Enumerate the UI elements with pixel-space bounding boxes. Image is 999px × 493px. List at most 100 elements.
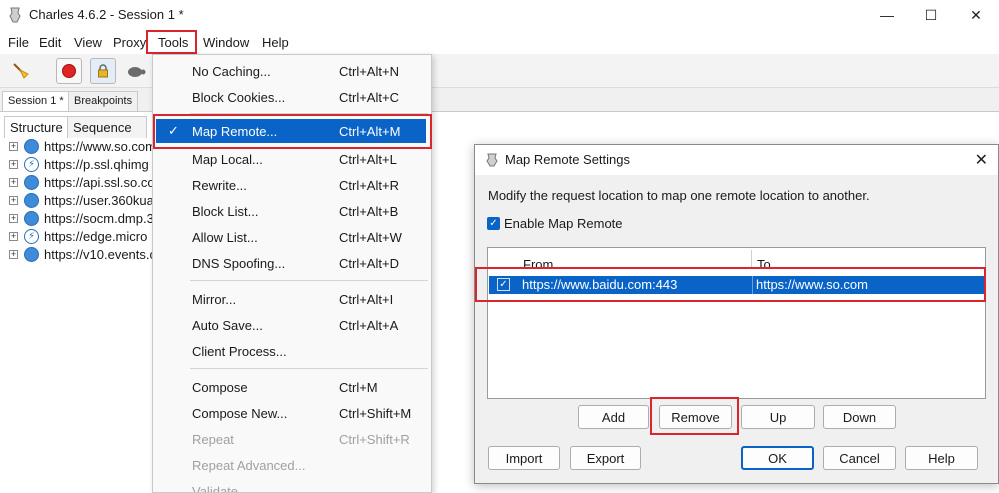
menu-item-allow-list[interactable]: Allow List... Ctrl+Alt+W <box>153 224 431 250</box>
dialog-close-icon[interactable]: ✕ <box>975 150 988 170</box>
menu-item-label: DNS Spoofing... <box>192 256 286 271</box>
tree-row[interactable]: + https://user.360kua <box>0 192 160 210</box>
close-icon: ✕ <box>970 6 982 23</box>
column-divider[interactable] <box>751 250 752 268</box>
menu-item-label: Compose New... <box>192 406 288 421</box>
globe-icon <box>24 193 39 208</box>
tree-row[interactable]: + ⚡ https://edge.micro <box>0 228 160 246</box>
window-title: Charles 4.6.2 - Session 1 * <box>29 7 184 22</box>
toolbar <box>0 54 999 88</box>
throttle-turtle-icon[interactable] <box>123 58 149 84</box>
menu-proxy[interactable]: Proxy <box>113 35 146 50</box>
menu-view[interactable]: View <box>74 35 102 50</box>
tab-sequence[interactable]: Sequence <box>67 116 147 138</box>
expand-icon[interactable]: + <box>9 232 18 241</box>
maximize-button[interactable]: ☐ <box>908 0 954 30</box>
charles-app-icon <box>486 153 498 167</box>
expand-icon[interactable]: + <box>9 178 18 187</box>
enable-map-remote-label[interactable]: Enable Map Remote <box>504 216 623 231</box>
minimize-icon: — <box>880 7 894 23</box>
menu-item-block-cookies[interactable]: Block Cookies... Ctrl+Alt+C <box>153 84 431 110</box>
tree-host: https://user.360kua <box>44 193 154 208</box>
menu-help[interactable]: Help <box>262 35 289 50</box>
menu-item-shortcut: Ctrl+Alt+W <box>339 230 402 245</box>
import-button[interactable]: Import <box>488 446 560 470</box>
menu-item-label: Compose <box>192 380 248 395</box>
menu-item-mirror[interactable]: Mirror... Ctrl+Alt+I <box>153 286 431 312</box>
globe-icon <box>24 139 39 154</box>
menu-item-compose[interactable]: Compose Ctrl+M <box>153 374 431 400</box>
tab-breakpoints[interactable]: Breakpoints <box>68 91 139 111</box>
menu-item-shortcut: Ctrl+Alt+L <box>339 152 397 167</box>
menu-item-rewrite[interactable]: Rewrite... Ctrl+Alt+R <box>153 172 431 198</box>
session-tabs: Session 1 * Breakpoints <box>0 88 999 112</box>
globe-icon <box>24 211 39 226</box>
tree-row[interactable]: + https://api.ssl.so.co <box>0 174 160 192</box>
menu-item-auto-save[interactable]: Auto Save... Ctrl+Alt+A <box>153 312 431 338</box>
menu-item-compose-new[interactable]: Compose New... Ctrl+Shift+M <box>153 400 431 426</box>
menu-item-shortcut: Ctrl+Alt+I <box>339 292 394 307</box>
tree-row[interactable]: + https://v10.events.c <box>0 246 160 264</box>
menu-item-client-process[interactable]: Client Process... <box>153 338 431 364</box>
menu-item-label: Rewrite... <box>192 178 247 193</box>
expand-icon[interactable]: + <box>9 214 18 223</box>
globe-icon <box>24 247 39 262</box>
tree-host: https://www.so.com <box>44 139 156 154</box>
up-button[interactable]: Up <box>741 405 815 429</box>
record-icon[interactable] <box>56 58 82 84</box>
menu-window[interactable]: Window <box>203 35 249 50</box>
tree-row[interactable]: + https://socm.dmp.3 <box>0 210 160 228</box>
menu-item-shortcut: Ctrl+Alt+R <box>339 178 399 193</box>
menu-item-block-list[interactable]: Block List... Ctrl+Alt+B <box>153 198 431 224</box>
remove-highlight-box <box>650 397 739 435</box>
tree-host: https://socm.dmp.3 <box>44 211 154 226</box>
enable-map-remote-checkbox[interactable]: ✓ <box>487 217 500 230</box>
ok-button[interactable]: OK <box>741 446 814 470</box>
menu-item-repeat: Repeat Ctrl+Shift+R <box>153 426 431 452</box>
bolt-icon: ⚡ <box>24 157 39 172</box>
expand-icon[interactable]: + <box>9 160 18 169</box>
expand-icon[interactable]: + <box>9 250 18 259</box>
menu-item-label: Mirror... <box>192 292 237 307</box>
mapping-row-highlight-box <box>475 267 986 302</box>
down-button[interactable]: Down <box>823 405 896 429</box>
menu-item-label: Auto Save... <box>192 318 263 333</box>
menu-item-shortcut: Ctrl+Alt+N <box>339 64 399 79</box>
tab-structure[interactable]: Structure <box>4 116 69 138</box>
close-button[interactable]: ✕ <box>953 0 999 30</box>
menu-file[interactable]: File <box>8 35 29 50</box>
tree-host: https://p.ssl.qhimg <box>44 157 149 172</box>
tree-host: https://edge.micro <box>44 229 148 244</box>
minimize-button[interactable]: — <box>864 0 910 30</box>
menu-item-label: Block Cookies... <box>192 90 286 105</box>
dialog-description: Modify the request location to map one r… <box>488 188 870 203</box>
menu-separator <box>190 280 428 281</box>
menu-edit[interactable]: Edit <box>39 35 61 50</box>
ssl-lock-icon[interactable] <box>90 58 116 84</box>
tree-host: https://v10.events.c <box>44 247 157 262</box>
tree-row[interactable]: + https://www.so.com <box>0 138 160 156</box>
title-bar: Charles 4.6.2 - Session 1 * — ☐ ✕ <box>0 0 999 30</box>
menu-item-dns-spoofing[interactable]: DNS Spoofing... Ctrl+Alt+D <box>153 250 431 276</box>
menu-item-validate: Validate <box>153 478 431 493</box>
menu-item-shortcut: Ctrl+Alt+D <box>339 256 399 271</box>
menu-item-shortcut: Ctrl+Alt+A <box>339 318 399 333</box>
map-remote-highlight-box <box>153 114 432 149</box>
menu-item-shortcut: Ctrl+Alt+B <box>339 204 399 219</box>
broom-icon[interactable] <box>8 58 34 84</box>
menu-item-shortcut: Ctrl+Shift+M <box>339 406 412 421</box>
cancel-button[interactable]: Cancel <box>823 446 896 470</box>
export-button[interactable]: Export <box>570 446 641 470</box>
menu-item-label: Map Local... <box>192 152 263 167</box>
menu-item-label: Repeat <box>192 432 234 447</box>
menu-item-map-local[interactable]: Map Local... Ctrl+Alt+L <box>153 146 431 172</box>
help-button[interactable]: Help <box>905 446 978 470</box>
add-button[interactable]: Add <box>578 405 649 429</box>
tree-host: https://api.ssl.so.co <box>44 175 155 190</box>
tab-session-1[interactable]: Session 1 * <box>2 91 70 111</box>
menu-item-label: Validate <box>192 484 239 493</box>
menu-item-no-caching[interactable]: No Caching... Ctrl+Alt+N <box>153 58 431 84</box>
expand-icon[interactable]: + <box>9 196 18 205</box>
expand-icon[interactable]: + <box>9 142 18 151</box>
tree-row[interactable]: + ⚡ https://p.ssl.qhimg <box>0 156 160 174</box>
